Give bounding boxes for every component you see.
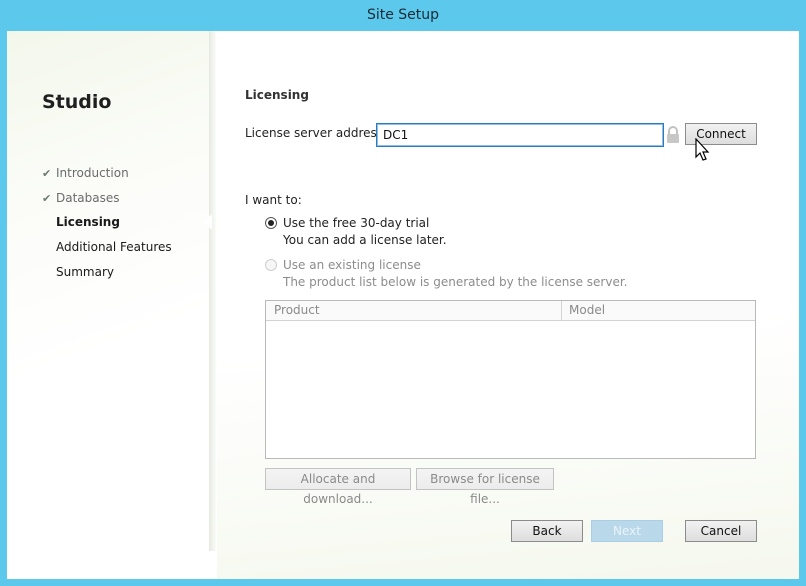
lock-icon	[667, 126, 679, 143]
sidebar-divider	[209, 31, 217, 551]
window-title: Site Setup	[366, 7, 440, 23]
i-want-to-label: I want to:	[245, 193, 302, 207]
browse-license-file-button[interactable]: Browse for license file...	[416, 468, 554, 506]
existing-license-label[interactable]: Use an existing license	[283, 258, 421, 272]
app-title: Studio	[42, 91, 112, 113]
trial-radio[interactable]	[265, 217, 277, 229]
column-header-model[interactable]: Model	[569, 301, 605, 320]
current-step-pointer	[203, 214, 212, 230]
existing-license-subtext: The product list below is generated by t…	[283, 275, 628, 289]
license-server-label: License server address:	[245, 126, 388, 140]
cancel-button[interactable]: Cancel	[685, 520, 757, 542]
step-summary: Summary	[56, 265, 114, 279]
column-header-product[interactable]: Product	[274, 301, 320, 320]
next-button[interactable]: Next	[591, 520, 663, 542]
license-server-input[interactable]: DC1	[376, 123, 664, 147]
step-introduction: Introduction	[56, 166, 129, 180]
step-additional-features: Additional Features	[56, 240, 172, 254]
back-button[interactable]: Back	[511, 520, 583, 542]
check-mark-icon: ✔	[42, 192, 52, 205]
table-header: Product Model	[266, 301, 755, 321]
step-databases: Databases	[56, 191, 120, 205]
allocate-download-button[interactable]: Allocate and download...	[265, 468, 411, 506]
trial-option-label[interactable]: Use the free 30-day trial	[283, 216, 429, 230]
mouse-pointer-icon	[695, 138, 710, 161]
radio-selected-dot	[268, 220, 274, 226]
product-table[interactable]: Product Model	[265, 300, 756, 459]
trial-option-subtext: You can add a license later.	[283, 233, 447, 247]
column-divider	[561, 301, 562, 320]
sidebar: Studio ✔ Introduction ✔ Databases Licens…	[7, 31, 209, 551]
page-heading: Licensing	[245, 88, 309, 102]
check-mark-icon: ✔	[42, 167, 52, 180]
existing-license-radio[interactable]	[265, 259, 277, 271]
step-licensing: Licensing	[56, 215, 120, 229]
wizard-window: Studio ✔ Introduction ✔ Databases Licens…	[7, 31, 799, 579]
